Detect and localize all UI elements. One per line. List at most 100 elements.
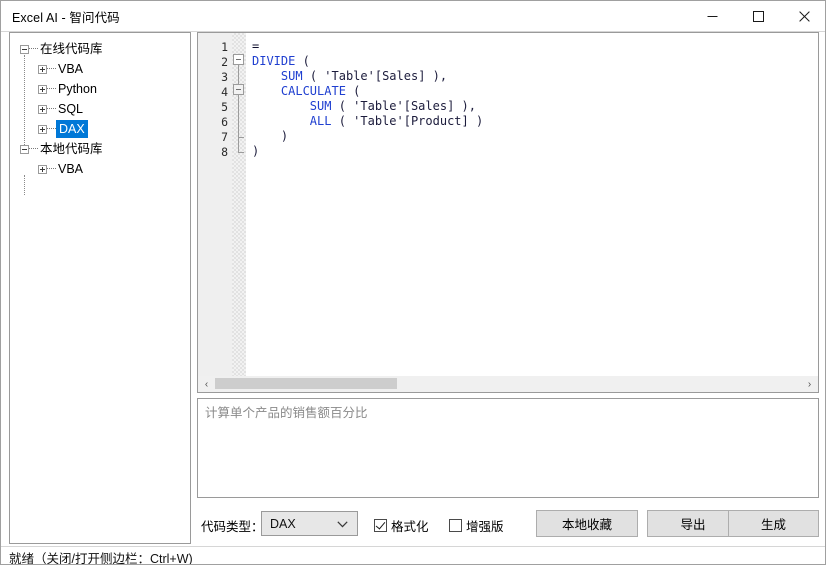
code-token: SUM [280,69,303,83]
tree-item-local-library[interactable]: 本地代码库 [10,139,190,159]
status-bar: 就绪（关闭/打开侧边栏：Ctrl+W) [1,546,825,565]
expand-icon[interactable] [38,104,47,114]
code-token: ( 'Table'[Sales] ), [331,99,476,113]
tree-item-online-sql[interactable]: SQL [10,99,190,119]
line-number: 8 [221,145,228,159]
expand-icon[interactable] [38,124,47,134]
code-library-tree-panel[interactable]: 在线代码库 VBA Python SQL DAX 本地代码库 VBA [9,32,191,544]
format-checkbox[interactable]: 格式化 [374,516,429,535]
format-checkbox-label: 格式化 [391,520,429,534]
local-favorites-button[interactable]: 本地收藏 [536,510,638,537]
scroll-track[interactable] [215,376,801,392]
code-line: CALCULATE ( [252,84,360,98]
scroll-right-arrow-icon[interactable]: › [801,376,818,392]
code-editor[interactable]: 1 2 3 4 5 6 7 8 = DIVIDE ( SUM ( 'Table'… [197,32,819,392]
scroll-left-arrow-icon[interactable]: ‹ [198,376,215,392]
generate-button[interactable]: 生成 [728,510,819,537]
tree-item-label: 本地代码库 [40,142,103,156]
collapse-icon[interactable] [20,144,29,154]
code-text-area[interactable]: = DIVIDE ( SUM ( 'Table'[Sales] ), CALCU… [246,33,818,391]
tree-root: 在线代码库 VBA Python SQL DAX 本地代码库 VBA [10,33,190,195]
code-token: ( [295,54,310,68]
line-number: 5 [221,100,228,114]
enhanced-checkbox-label: 增强版 [466,520,504,534]
expand-icon[interactable] [38,64,47,74]
tree-item-online-dax[interactable]: DAX [10,119,190,139]
tree-dot-leader [47,108,56,110]
tree-item-label: VBA [58,62,84,76]
code-token: ( [345,84,361,98]
expand-icon[interactable] [38,84,47,94]
line-number-gutter: 1 2 3 4 5 6 7 8 [198,33,232,391]
code-token: ( 'Table'[Product] ) [331,114,484,128]
tree-dot-leader [29,148,38,150]
tree-item-label: 在线代码库 [40,42,103,56]
code-line: DIVIDE ( [252,54,310,68]
tree-item-online-python[interactable]: Python [10,79,190,99]
tree-item-local-vba[interactable]: VBA [10,159,190,179]
chevron-down-icon [337,521,348,528]
description-text: 计算单个产品的销售额百分比 [205,406,368,420]
code-line: ) [252,144,259,158]
code-token: ) [252,129,289,143]
fold-toggle-icon[interactable] [233,84,244,95]
code-folding-margin[interactable] [232,33,246,391]
code-line: SUM ( 'Table'[Sales] ), [252,99,476,113]
close-button[interactable] [781,1,825,31]
scroll-thumb[interactable] [215,378,397,389]
minimize-icon [707,15,717,17]
line-number: 2 [221,55,228,69]
code-token: CALCULATE [280,84,346,98]
code-type-label: 代码类型： [201,520,264,534]
code-line: = [252,39,259,53]
collapse-icon[interactable] [20,44,29,54]
bottom-toolbar: 代码类型： DAX 格式化 增强版 本地收藏 导出 生成 [197,509,819,538]
code-token: ALL [309,114,332,128]
enhanced-checkbox[interactable]: 增强版 [449,516,504,535]
tree-item-online-library[interactable]: 在线代码库 [10,39,190,59]
main-window: Excel AI - 智问代码 在线代码库 VBA Python SQL DAX… [0,0,826,565]
line-number: 3 [221,70,228,84]
code-token: ( 'Table'[Sales] ), [302,69,448,83]
fold-toggle-icon[interactable] [233,54,244,65]
code-token: SUM [309,99,332,113]
line-number: 7 [221,130,228,144]
maximize-button[interactable] [735,1,781,31]
code-token: = [252,39,260,53]
expand-icon[interactable] [38,164,47,174]
tree-item-online-vba[interactable]: VBA [10,59,190,79]
line-number: 1 [221,40,228,54]
tree-item-label: Python [58,82,97,96]
code-line: ALL ( 'Table'[Product] ) [252,114,483,128]
checkbox-box-icon[interactable] [449,519,462,532]
minimize-button[interactable] [689,1,735,31]
editor-horizontal-scrollbar[interactable]: ‹ › [197,376,819,393]
fold-guide-elbow [238,152,244,153]
code-type-select[interactable]: DAX [261,511,358,536]
status-text: 就绪（关闭/打开侧边栏：Ctrl+W) [9,551,193,565]
window-controls [689,1,825,31]
tree-dot-leader [47,128,56,130]
tree-item-label: VBA [58,162,84,176]
close-icon [798,10,810,22]
maximize-icon [752,10,764,22]
checkbox-box-icon[interactable] [374,519,387,532]
fold-guide-line [238,95,240,138]
window-title: Excel AI - 智问代码 [12,10,120,25]
tree-dot-leader [47,68,56,70]
export-button[interactable]: 导出 [647,510,739,537]
description-input[interactable]: 计算单个产品的销售额百分比 [197,398,819,498]
code-type-value: DAX [270,516,296,531]
line-number: 6 [221,115,228,129]
fold-guide-elbow [238,137,244,138]
title-bar: Excel AI - 智问代码 [1,1,825,31]
tree-dot-leader [29,48,38,50]
tree-item-label: DAX [56,120,88,138]
tree-dot-leader [47,168,56,170]
code-token: ) [252,144,260,158]
code-line: ) [252,129,288,143]
